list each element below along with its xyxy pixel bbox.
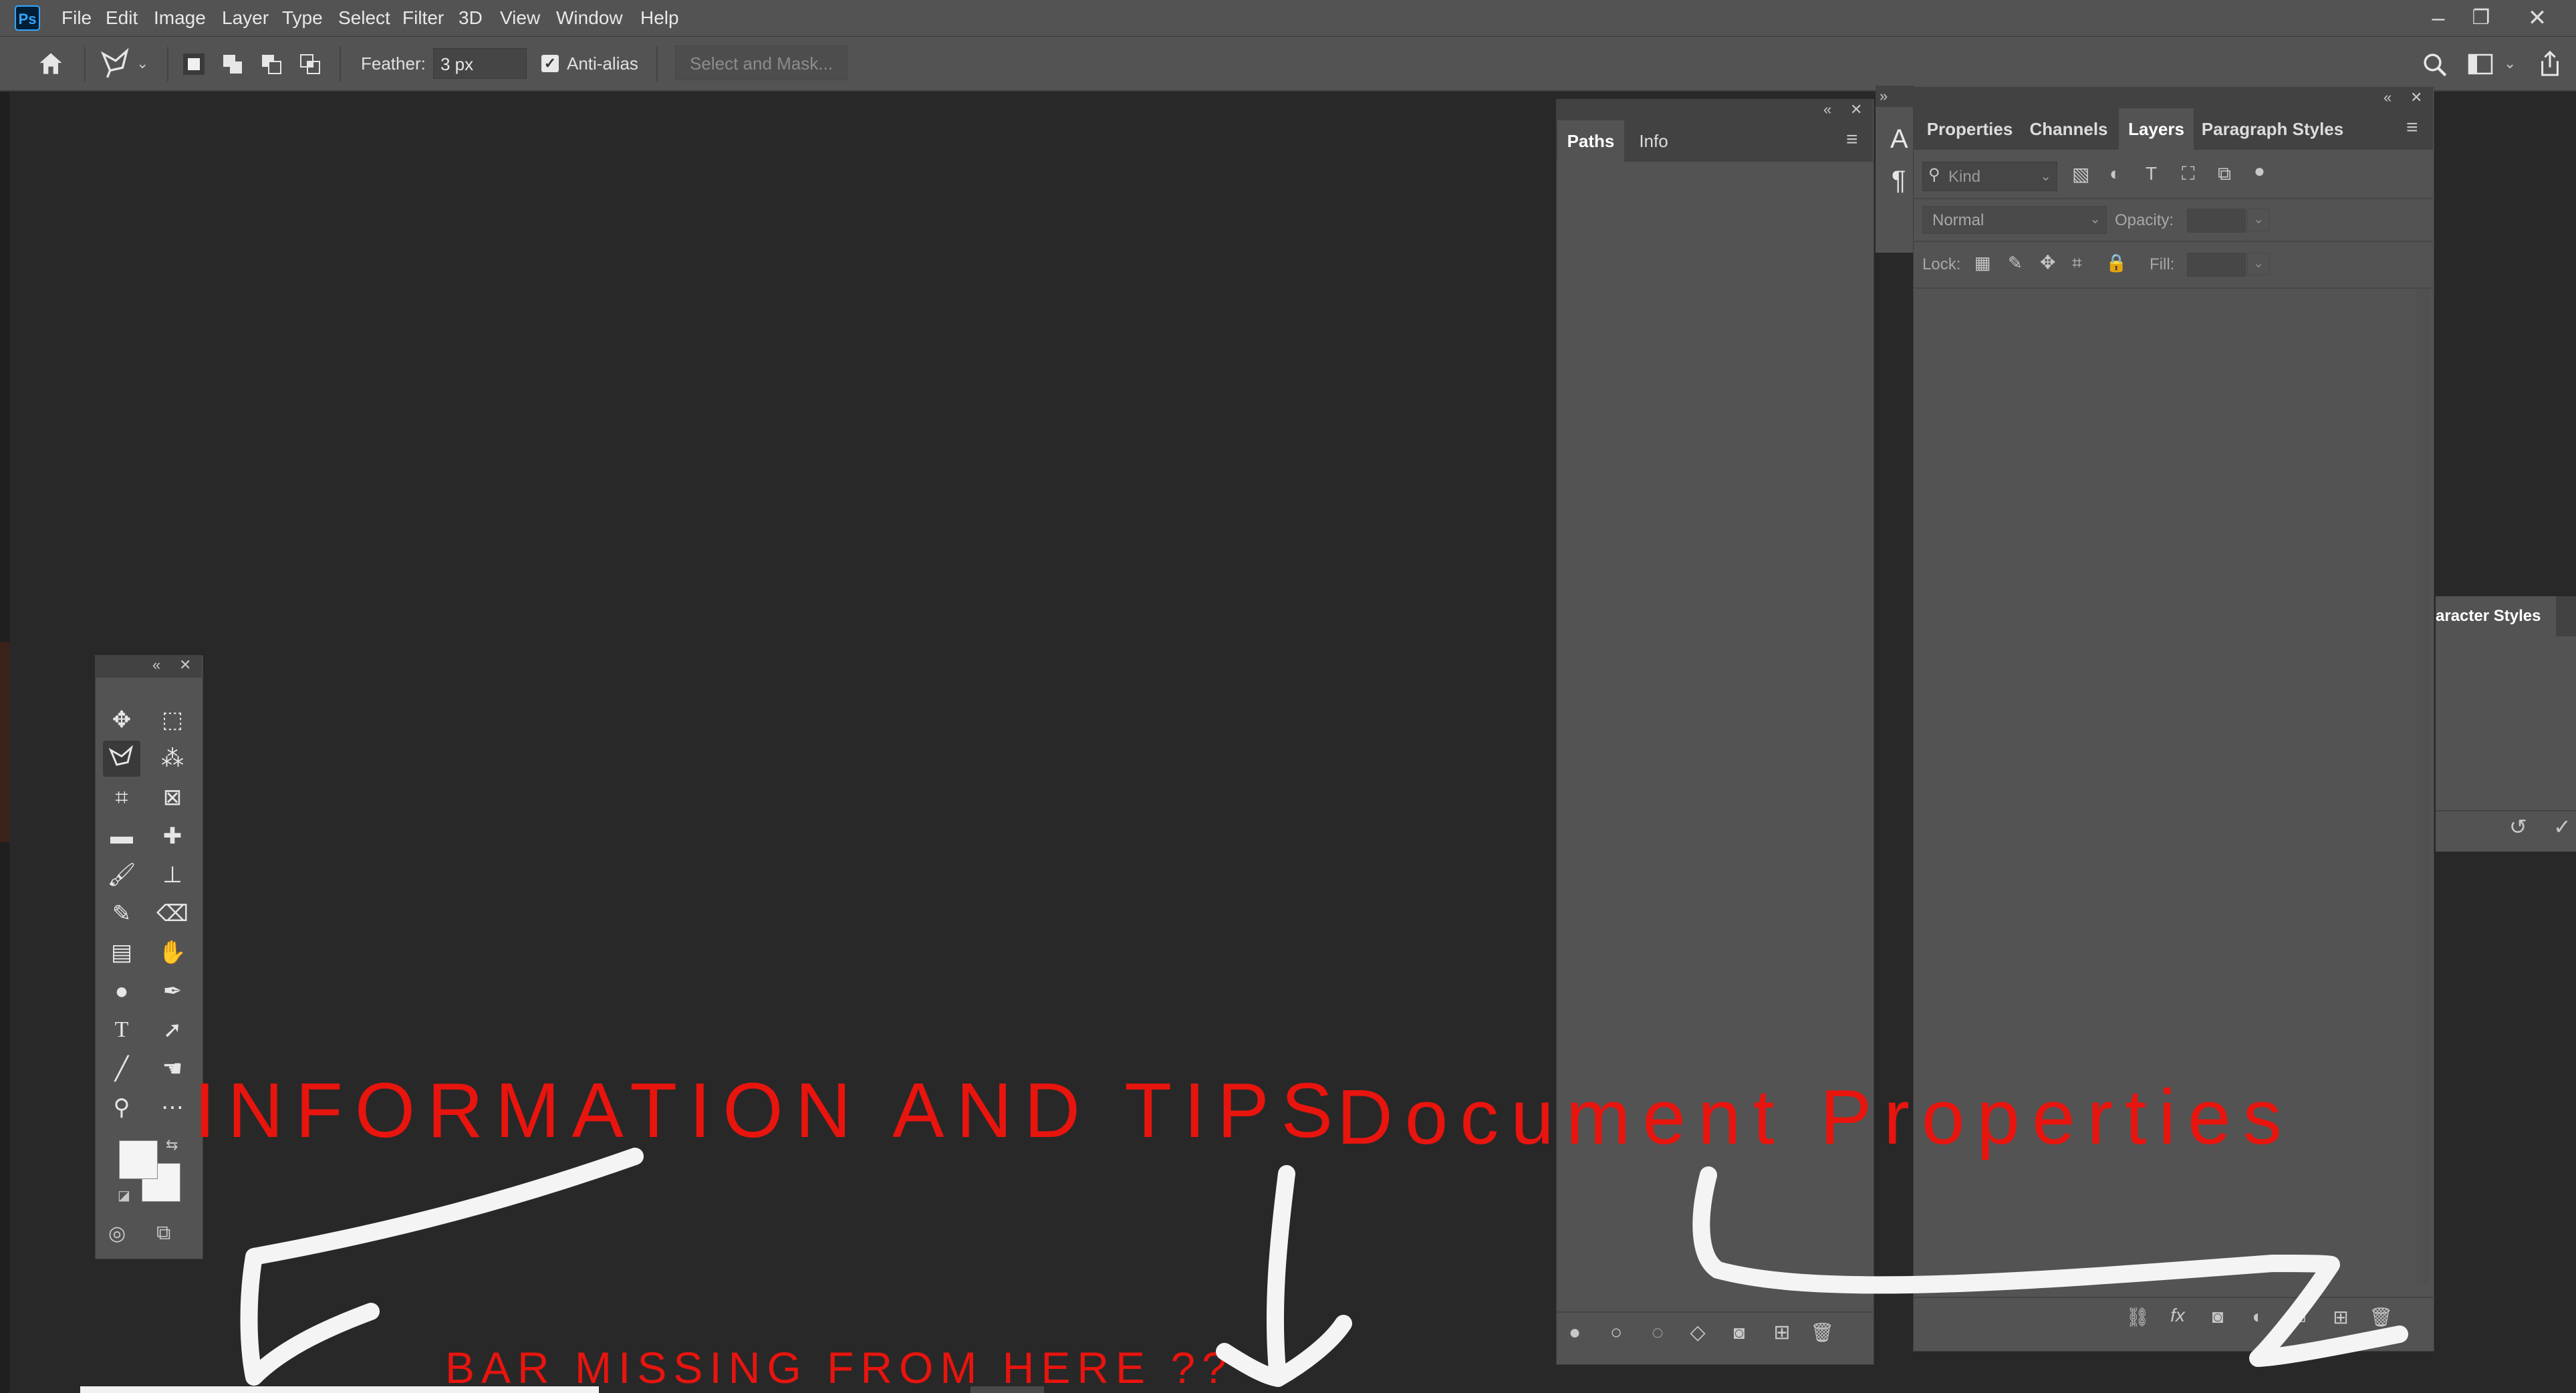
- arrow-to-bar: [1216, 1165, 1352, 1387]
- arrow-to-document-properties: [1692, 1166, 2408, 1367]
- foreground-color-swatch[interactable]: [119, 1140, 158, 1179]
- annotation-arrows: [240, 1148, 2408, 1387]
- arrow-to-info-tips: [240, 1148, 644, 1386]
